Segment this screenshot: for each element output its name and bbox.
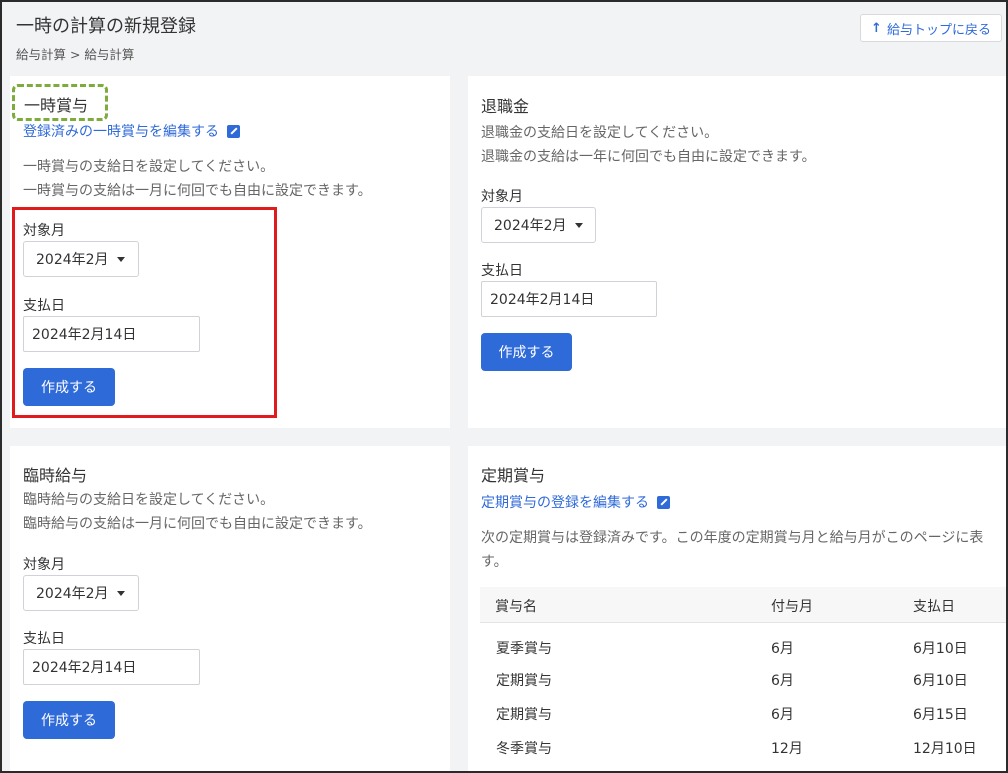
edit-icon: [657, 495, 670, 509]
chevron-down-icon: [574, 222, 583, 228]
retirement-payday-input[interactable]: 2024年2月14日: [481, 281, 657, 317]
table-header-payday: 支払日: [913, 599, 955, 615]
temporary-salary-month-label: 対象月: [23, 557, 65, 573]
table-row-3-name: 定期賞与: [496, 707, 552, 723]
highlight-red-frame: [12, 207, 277, 418]
edit-temporary-bonus-link[interactable]: 登録済みの一時賞与を編集する: [23, 121, 240, 141]
edit-temporary-bonus-label: 登録済みの一時賞与を編集する: [23, 124, 219, 140]
table-row-2-month: 6月: [771, 673, 794, 689]
temporary-salary-title: 臨時給与: [23, 466, 88, 485]
edit-regular-bonus-link[interactable]: 定期賞与の登録を編集する: [481, 492, 670, 512]
page-title: 一時の計算の新規登録: [16, 16, 196, 37]
temporary-salary-month-select[interactable]: 2024年2月: [23, 575, 139, 611]
temporary-bonus-desc-1: 一時賞与の支給日を設定してください。: [23, 159, 275, 175]
page-frame: 一時の計算の新規登録 給与計算 > 給与計算 ↑ 給与トップに戻る 一時賞与 登…: [0, 0, 1008, 773]
temporary-salary-desc-1: 臨時給与の支給日を設定してください。: [23, 492, 275, 508]
edit-regular-bonus-label: 定期賞与の登録を編集する: [481, 495, 649, 511]
temporary-salary-create-button[interactable]: 作成する: [23, 701, 115, 739]
table-row-1-name: 夏季賞与: [496, 641, 552, 657]
retirement-desc-2: 退職金の支給は一年に何回でも自由に設定できます。: [481, 149, 816, 165]
regular-bonus-desc-2: す。: [481, 554, 508, 570]
table-row-2-name: 定期賞与: [496, 673, 552, 689]
back-to-payroll-top-label: 給与トップに戻る: [886, 22, 991, 38]
temporary-bonus-desc-2: 一時賞与の支給は一月に何回でも自由に設定できます。: [23, 183, 372, 199]
retirement-title: 退職金: [481, 97, 530, 116]
retirement-month-label: 対象月: [481, 189, 523, 205]
table-row-3-payday: 6月15日: [913, 707, 968, 723]
table-row-4-name: 冬季賞与: [496, 741, 552, 757]
table-header-grant-month: 付与月: [771, 599, 813, 615]
retirement-create-button[interactable]: 作成する: [481, 333, 572, 371]
table-row-4-payday: 12月10日: [913, 741, 977, 757]
temporary-salary-payday-label: 支払日: [23, 631, 65, 647]
chevron-down-icon: [116, 590, 125, 596]
regular-bonus-title: 定期賞与: [481, 466, 546, 485]
retirement-payday-label: 支払日: [481, 263, 523, 279]
table-row-4-month: 12月: [771, 741, 803, 757]
table-row-2-payday: 6月10日: [913, 673, 968, 689]
retirement-month-select[interactable]: 2024年2月: [481, 207, 596, 243]
breadcrumb[interactable]: 給与計算 > 給与計算: [16, 44, 134, 63]
highlight-dashed-frame: [12, 84, 108, 121]
temporary-salary-payday-input[interactable]: 2024年2月14日: [23, 649, 200, 685]
table-header-bonus-name: 賞与名: [495, 599, 537, 615]
edit-icon: [227, 124, 240, 138]
table-row-1-month: 6月: [771, 641, 794, 657]
temporary-salary-month-value: 2024年2月: [36, 586, 109, 602]
temporary-salary-desc-2: 臨時給与の支給は一月に何回でも自由に設定できます。: [23, 516, 372, 532]
back-to-payroll-top-button[interactable]: ↑ 給与トップに戻る: [860, 14, 1002, 42]
retirement-desc-1: 退職金の支給日を設定してください。: [481, 125, 719, 141]
table-row-1-payday: 6月10日: [913, 641, 968, 657]
retirement-month-value: 2024年2月: [494, 218, 567, 234]
table-row-3-month: 6月: [771, 707, 794, 723]
arrow-up-icon: ↑: [871, 20, 882, 36]
regular-bonus-desc-1: 次の定期賞与は登録済みです。この年度の定期賞与月と給与月がこのページに表: [481, 530, 984, 546]
